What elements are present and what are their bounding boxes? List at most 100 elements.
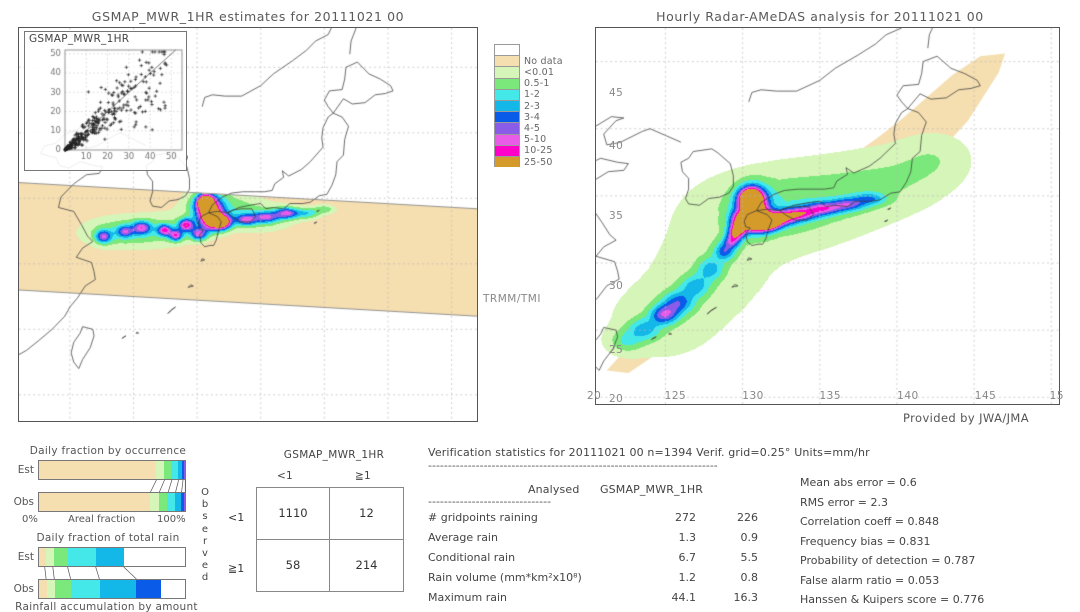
bar-segment: [136, 580, 161, 598]
right-map-y-tick: 45: [609, 87, 624, 100]
contingency-cell-hit-miss-00: 1110: [257, 488, 330, 540]
bar-segment: [68, 548, 96, 566]
colorbar-swatch: [494, 122, 520, 134]
bar-segment: [167, 493, 175, 511]
contingency-cell-hit-miss-01: 12: [330, 488, 403, 540]
verification-score: Frequency bias = 0.831: [800, 534, 931, 548]
right-map-x-tick: 135: [819, 390, 842, 402]
bar-segment: [184, 461, 185, 479]
colorbar-swatch: [494, 100, 520, 112]
occurrence-axis-label: Areal fraction: [68, 514, 136, 525]
verification-row-name: Rain volume (mm*km²x10⁸): [428, 571, 582, 584]
row-axis-letter: v: [202, 548, 208, 560]
contingency-col-header-ge: ≧1: [354, 470, 372, 482]
amount-bar-obs[interactable]: [38, 579, 186, 599]
row-axis-letter: O: [201, 487, 209, 498]
bar-segment: [184, 493, 185, 511]
right-map-x-tick: 140: [897, 390, 919, 402]
verification-row-name: Average rain: [428, 531, 498, 544]
contingency-title: GSMAP_MWR_1HR: [283, 449, 385, 461]
verification-value-model: 226: [737, 511, 758, 524]
occurrence-bar-est[interactable]: [38, 460, 186, 480]
row-axis-letter: e: [201, 523, 209, 535]
colorbar-label: 4-5: [524, 122, 541, 134]
verification-value-model: 0.9: [740, 531, 759, 544]
colorbar-swatch: [494, 111, 520, 123]
right-map-y-tick: 25: [609, 344, 624, 357]
contingency-cell-hit-miss-11: 214: [355, 558, 378, 573]
verification-value-analysed: 272: [675, 511, 696, 524]
bar-segment-empty: [123, 548, 185, 566]
bar-segment: [71, 580, 100, 598]
colorbar-swatch: [494, 66, 520, 78]
verification-score: Hanssen & Kuipers score = 0.776: [800, 593, 985, 606]
bar-segment: [39, 493, 150, 511]
colorbar-swatch: [494, 88, 520, 100]
verification-score: Correlation coeff = 0.848: [800, 515, 939, 528]
contingency-row-header-ge: ≧1: [228, 562, 245, 575]
occurrence-chart-title: Daily fraction by occurrence: [29, 445, 187, 457]
verification-divider: ----------------------------------------…: [428, 459, 718, 472]
colorbar-swatch: [494, 156, 520, 168]
data-credit: Provided by JWA/JMA: [903, 411, 1029, 425]
verification-sub-divider: -------------------------------: [428, 495, 552, 508]
trmm-swath-label: TRMM/TMI: [483, 293, 541, 305]
verification-value-analysed: 1.2: [678, 571, 697, 584]
verification-value-analysed: 44.1: [671, 591, 697, 604]
right-panel-title: Hourly Radar-AMeDAS analysis for 2011102…: [656, 9, 984, 24]
scatter-inset[interactable]: GSMAP_MWR_1HR: [24, 31, 188, 172]
verification-score: Probability of detection = 0.787: [800, 554, 976, 567]
verification-score: False alarm ratio = 0.053: [800, 573, 940, 587]
bar-segment: [95, 548, 124, 566]
right-map-panel[interactable]: [595, 27, 1060, 405]
verification-row-name: Conditional rain: [428, 551, 516, 564]
right-map-canvas[interactable]: [596, 28, 1059, 404]
colorbar-label: 5-10: [524, 134, 547, 146]
bar-segment: [155, 461, 164, 479]
verification-value-analysed: 6.7: [678, 551, 697, 564]
occurrence-row-label-est: Est: [17, 464, 34, 476]
amount-bottom-label: Rainfall accumulation by amount: [15, 601, 198, 612]
precip-colorbar[interactable]: No data <0.01 0.5-1 1-2 2-3 3-4 4-5 5-10 10-25 25…: [494, 44, 563, 174]
bar-segment: [163, 461, 172, 479]
colorbar-label: 10-25: [524, 145, 553, 157]
row-axis-letter: e: [201, 560, 209, 572]
right-map-y-tick: 40: [609, 140, 624, 153]
bar-segment: [53, 548, 69, 566]
scatter-canvas: [25, 32, 188, 172]
occurrence-link-lines: [150, 480, 186, 492]
occurrence-bar-obs[interactable]: [38, 492, 186, 512]
bar-segment: [99, 580, 137, 598]
amount-row-label-obs: Obs: [13, 583, 34, 595]
row-axis-letter: r: [202, 535, 208, 547]
amount-row-label-est: Est: [17, 551, 34, 563]
colorbar-swatch: [494, 44, 520, 56]
bar-segment: [149, 493, 159, 511]
bar-segment: [55, 580, 72, 598]
bar-segment: [45, 548, 54, 566]
right-map-y-tick: 30: [609, 279, 624, 292]
right-map-x-tick: 20: [587, 390, 602, 402]
colorbar-label: <0.01: [524, 66, 555, 78]
verification-score: Mean abs error = 0.6: [800, 476, 917, 489]
verification-value-analysed: 1.3: [678, 531, 697, 544]
contingency-col-header-lt: <1: [276, 470, 294, 482]
amount-link-lines: [44, 567, 137, 579]
right-map-x-tick: 15: [1049, 390, 1065, 402]
amount-chart-title: Daily fraction of total rain: [36, 532, 180, 544]
occurrence-axis-max: 100%: [157, 514, 186, 525]
colorbar-swatch: [494, 144, 520, 156]
occurrence-row-label-obs: Obs: [13, 496, 34, 508]
contingency-row-axis-label: Observed: [199, 487, 211, 585]
contingency-cell-hit-miss-10: 58: [257, 539, 330, 591]
colorbar-swatch: [494, 77, 520, 89]
verification-header: Verification statistics for 20111021 00 …: [428, 446, 870, 459]
amount-bar-est[interactable]: [38, 547, 186, 567]
verification-value-model: 5.5: [740, 551, 759, 564]
contingency-table[interactable]: 1110 12 58 214: [256, 487, 404, 592]
row-axis-letter: b: [201, 499, 209, 511]
colorbar-label: 1-2: [524, 89, 541, 101]
row-axis-letter: s: [202, 511, 208, 523]
bar-segment-empty: [160, 580, 185, 598]
right-map-x-tick: 125: [664, 390, 687, 402]
